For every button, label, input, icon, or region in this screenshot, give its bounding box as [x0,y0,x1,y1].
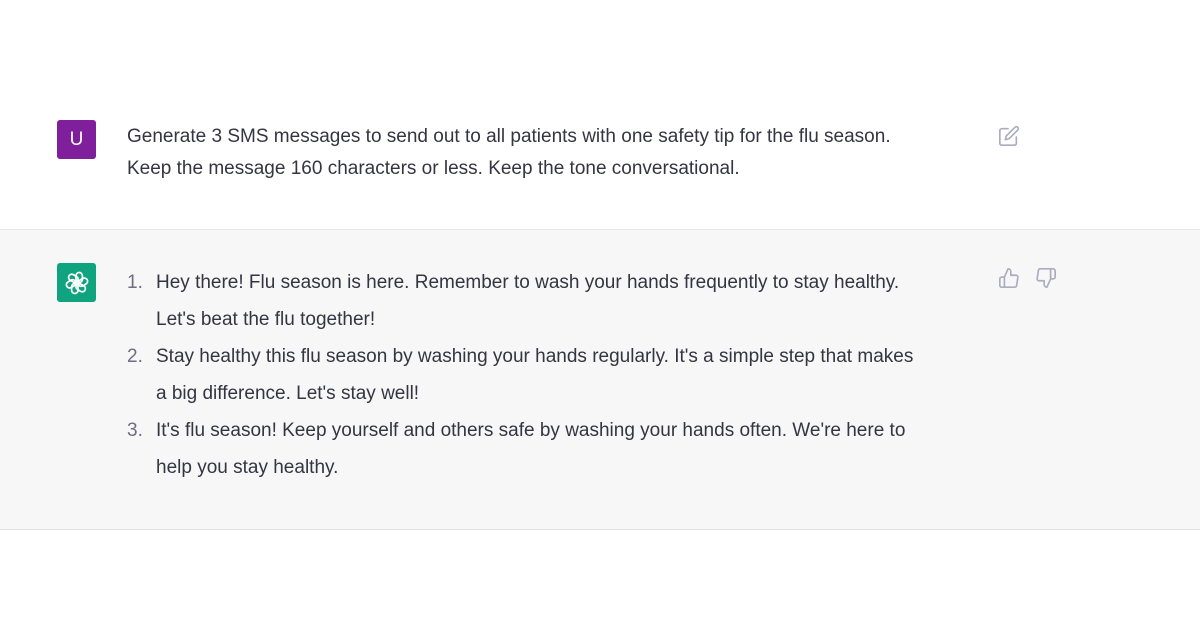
list-item-line: help you stay healthy. [156,457,339,478]
assistant-message-row: 1. Hey there! Flu season is here. Rememb… [0,230,1200,530]
user-message-row: U Generate 3 SMS messages to send out to… [0,0,1200,230]
list-item-line: Stay healthy this flu season by washing … [156,346,914,367]
edit-message-button[interactable] [998,125,1020,147]
user-message-line: Keep the message 160 characters or less.… [127,158,740,179]
list-item-line: a big difference. Let's stay well! [156,383,420,404]
assistant-avatar [57,263,96,302]
thumbs-down-icon [1036,268,1056,288]
list-item-line: Let's beat the flu together! [156,309,376,330]
chat-conversation: U Generate 3 SMS messages to send out to… [0,0,1200,620]
list-item-line: It's flu season! Keep yourself and other… [156,420,906,441]
user-avatar: U [57,120,96,159]
user-message-text: Generate 3 SMS messages to send out to a… [127,121,987,185]
thumbs-down-button[interactable] [1035,267,1057,289]
edit-icon [999,125,1020,146]
list-item: 1. Hey there! Flu season is here. Rememb… [127,264,997,338]
list-item: 3. It's flu season! Keep yourself and ot… [127,412,997,486]
list-item-number: 3. [127,420,143,441]
sms-message-list: 1. Hey there! Flu season is here. Rememb… [127,264,997,486]
list-item-number: 2. [127,346,143,367]
user-avatar-initial: U [69,129,84,150]
openai-logo-icon [65,271,88,294]
list-item-number: 1. [127,272,143,293]
list-item-line: Hey there! Flu season is here. Remember … [156,272,900,293]
thumbs-up-button[interactable] [998,267,1020,289]
user-message-line: Generate 3 SMS messages to send out to a… [127,126,891,147]
list-item: 2. Stay healthy this flu season by washi… [127,338,997,412]
thumbs-up-icon [999,268,1019,288]
